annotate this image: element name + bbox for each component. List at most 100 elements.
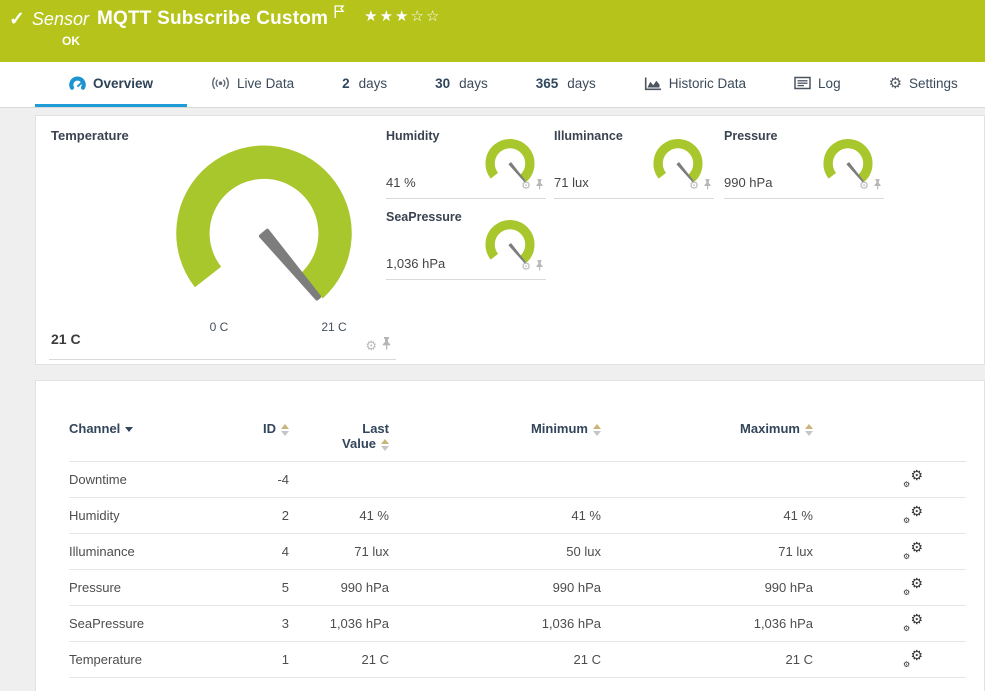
tab-2-days[interactable]: 2 days [318,62,411,107]
stars-filled[interactable]: ★★★ [364,8,410,25]
column-header-last-value-line1[interactable]: Last [289,421,389,436]
sort-icon[interactable] [281,424,289,436]
sort-icon[interactable] [593,424,601,436]
stars-empty[interactable]: ☆☆ [410,8,441,25]
channel-gear-icon[interactable]: ⚙ [521,181,531,192]
tab-label: Live Data [237,76,294,91]
column-header-channel[interactable]: Channel [69,421,120,436]
channel-settings-icon[interactable]: ⚙⚙ [903,577,923,595]
gauge-value: 71 lux [554,175,589,190]
channel-name: Temperature [69,652,249,667]
small-gauge-panel-seapressure[interactable]: SeaPressure 1,036 hPa ⚙ [386,205,546,280]
channel-name: Illuminance [69,544,249,559]
table-row-humidity: Humidity 2 41 % 41 % 41 % ⚙⚙ [69,498,966,534]
channel-minimum: 50 lux [389,544,601,559]
channel-maximum: 71 lux [601,544,813,559]
channel-name: Downtime [69,472,249,487]
channel-maximum: 990 hPa [601,580,813,595]
pin-icon[interactable] [381,336,392,355]
pin-icon[interactable] [535,177,544,195]
gauge-title: Humidity [386,129,439,143]
tab-live-data[interactable]: Live Data [187,62,318,107]
channel-last-value: 71 lux [289,544,389,559]
page-title: MQTT Subscribe Custom [97,8,328,30]
primary-gauge-panel-temperature[interactable]: Temperature 0 C 21 C 21 C ⚙ [49,116,396,360]
channel-id: 3 [249,616,289,631]
tab-overview[interactable]: Overview [35,62,187,107]
temperature-gauge [171,142,357,328]
historic-data-icon [644,76,662,91]
status-badge: OK [62,34,80,48]
tab-label: days [567,76,596,91]
gauge-icon [69,75,86,91]
column-header-minimum[interactable]: Minimum [531,421,588,436]
channel-maximum: 41 % [601,508,813,523]
gauges-card: Temperature 0 C 21 C 21 C ⚙ Humidity [35,115,985,365]
status-ok-check-icon: ✓ [9,10,25,29]
settings-gear-icon: ⚙ [889,76,902,91]
channel-gear-icon[interactable]: ⚙ [859,181,869,192]
pin-icon[interactable] [535,258,544,276]
channel-minimum: 990 hPa [389,580,601,595]
tab-log[interactable]: Log [770,62,865,107]
tab-number: 365 [536,76,559,91]
channel-last-value: 21 C [289,652,389,667]
channel-gear-icon[interactable]: ⚙ [521,262,531,273]
channel-minimum: 21 C [389,652,601,667]
overview-content: Temperature 0 C 21 C 21 C ⚙ Humidity [0,108,985,691]
small-gauge-panel-pressure[interactable]: Pressure 990 hPa ⚙ [724,124,884,199]
gauge-scale-max: 21 C [304,320,364,334]
gauge-title: SeaPressure [386,210,462,224]
gauge-title: Illuminance [554,129,623,143]
table-row-seapressure: SeaPressure 3 1,036 hPa 1,036 hPa 1,036 … [69,606,966,642]
sensor-tab-bar: Overview Live Data 2 days 30 days 365 da… [0,62,985,108]
channel-last-value: 41 % [289,508,389,523]
tab-label: Log [818,76,841,91]
sort-icon[interactable] [805,424,813,436]
small-gauge-panel-illuminance[interactable]: Illuminance 71 lux ⚙ [554,124,714,199]
channel-id: 4 [249,544,289,559]
tab-settings[interactable]: ⚙ Settings [865,62,982,107]
tab-365-days[interactable]: 365 days [512,62,620,107]
channel-id: -4 [249,472,289,487]
column-header-id[interactable]: ID [263,421,276,436]
channel-settings-icon[interactable]: ⚙⚙ [903,505,923,523]
favorite-flag-icon[interactable] [333,4,346,24]
small-gauge-panel-humidity[interactable]: Humidity 41 % ⚙ [386,124,546,199]
channel-settings-icon[interactable]: ⚙⚙ [903,541,923,559]
channel-gear-icon[interactable]: ⚙ [365,339,377,352]
log-icon [794,76,811,90]
channel-name: SeaPressure [69,616,249,631]
channels-table: Channel ID Last Value Minimum Maximum [36,381,984,678]
channel-id: 1 [249,652,289,667]
channel-last-value: 1,036 hPa [289,616,389,631]
channel-settings-icon[interactable]: ⚙⚙ [903,613,923,631]
channel-gear-icon[interactable]: ⚙ [689,181,699,192]
channel-settings-icon[interactable]: ⚙⚙ [903,649,923,667]
channel-id: 5 [249,580,289,595]
priority-stars[interactable]: ★★★☆☆ [364,7,441,25]
tab-label: days [359,76,388,91]
column-header-maximum[interactable]: Maximum [740,421,800,436]
tab-number: 30 [435,76,450,91]
gauge-title: Temperature [51,128,129,143]
column-header-last-value-line2[interactable]: Value [342,436,376,451]
channel-maximum: 1,036 hPa [601,616,813,631]
sort-icon[interactable] [381,439,389,451]
tab-number: 2 [342,76,350,91]
sort-descending-icon[interactable] [125,427,133,432]
tab-label: Settings [909,76,958,91]
channel-name: Pressure [69,580,249,595]
tab-30-days[interactable]: 30 days [411,62,512,107]
gauge-scale-min: 0 C [189,320,249,334]
channel-minimum: 1,036 hPa [389,616,601,631]
channel-settings-icon[interactable]: ⚙⚙ [903,469,923,487]
table-header-row: Channel ID Last Value Minimum Maximum [69,421,966,462]
tab-historic-data[interactable]: Historic Data [620,62,770,107]
channels-table-card: Channel ID Last Value Minimum Maximum [35,380,985,691]
channel-minimum: 41 % [389,508,601,523]
pin-icon[interactable] [873,177,882,195]
sensor-status-banner: ✓ Sensor MQTT Subscribe Custom ★★★☆☆ OK [0,0,985,62]
gauge-value: 21 C [51,331,81,347]
pin-icon[interactable] [703,177,712,195]
